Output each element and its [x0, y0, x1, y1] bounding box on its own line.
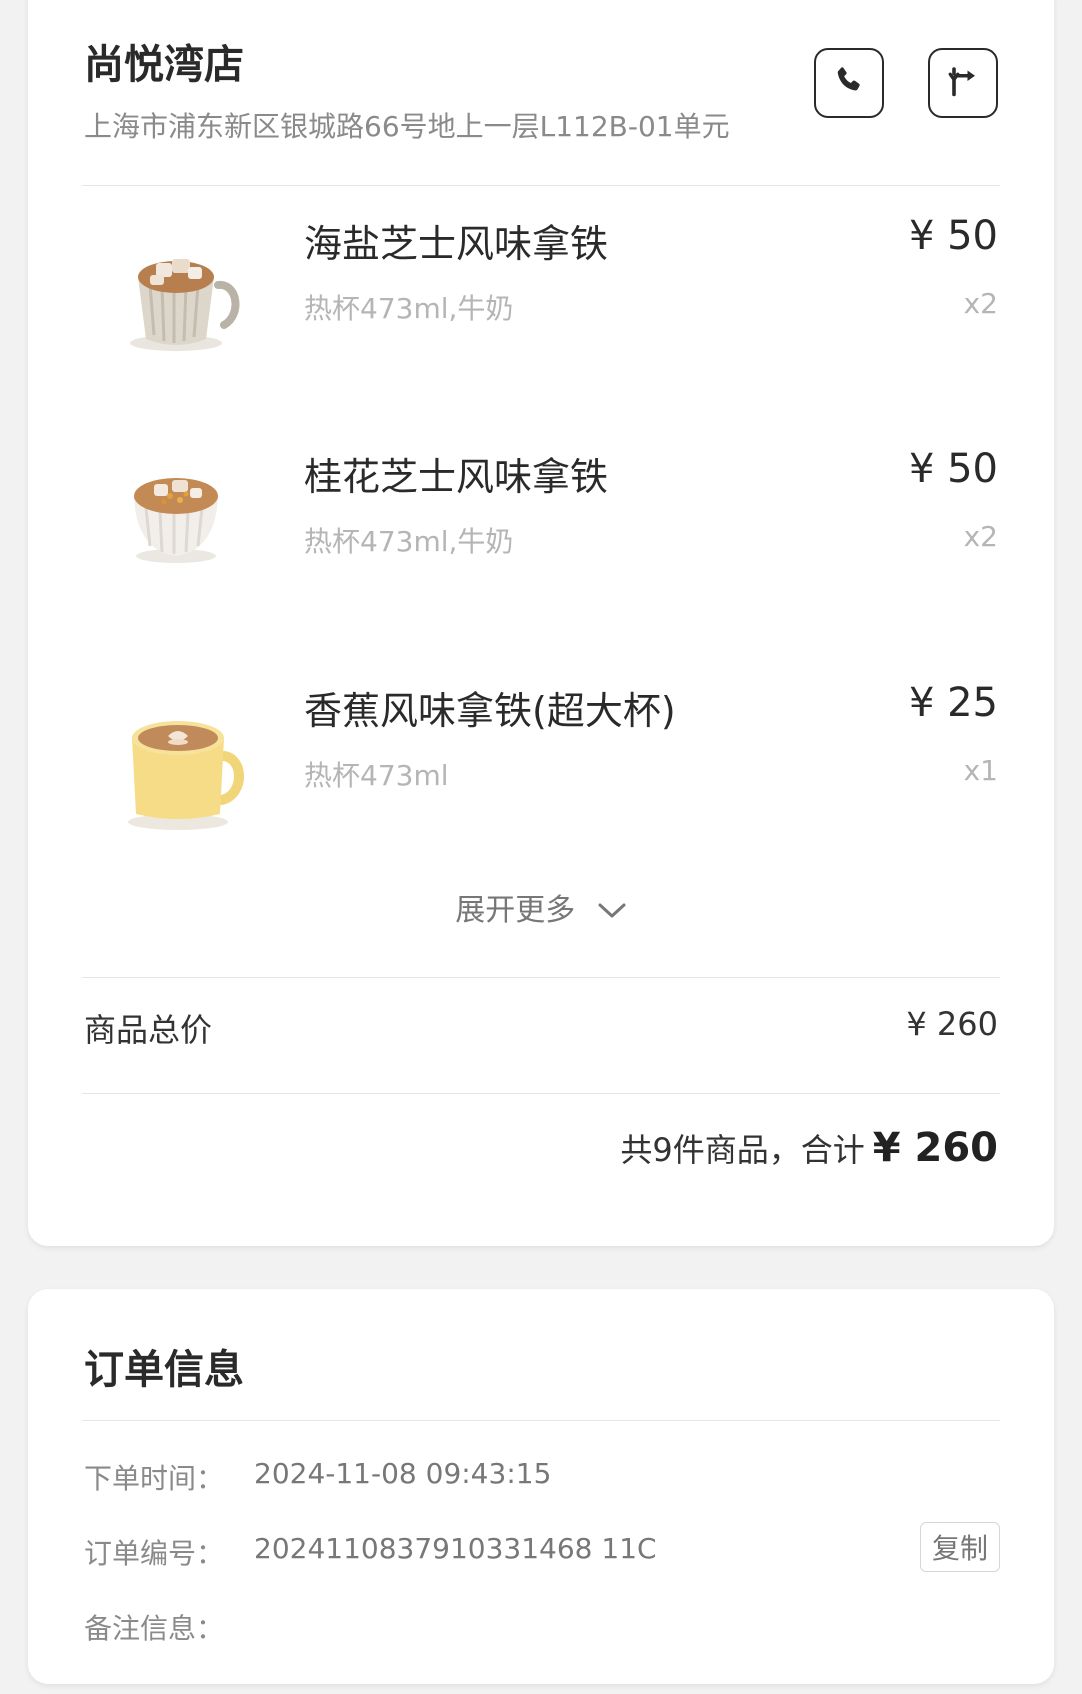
item-spec: 热杯473ml,牛奶: [304, 525, 514, 558]
chevron-down-icon: [597, 894, 627, 929]
total-value: ¥ 260: [872, 1125, 998, 1171]
order-time-value: 2024-11-08 09:43:15: [254, 1457, 552, 1490]
order-time-label: 下单时间：: [84, 1462, 225, 1495]
divider: [82, 1420, 1000, 1421]
item-name: 香蕉风味拿铁(超大杯): [304, 689, 676, 733]
item-spec: 热杯473ml: [304, 759, 449, 792]
order-item: 海盐芝士风味拿铁 热杯473ml,牛奶 ¥ 50 x2: [28, 195, 1054, 395]
item-image-yellow-mug: [110, 672, 250, 842]
store-address: 上海市浦东新区银城路66号地上一层L112B-01单元: [84, 110, 730, 143]
call-button[interactable]: [814, 48, 884, 118]
item-name: 海盐芝士风味拿铁: [304, 222, 609, 266]
total-count-text: 共9件商品，合计: [620, 1131, 865, 1169]
item-price: ¥ 50: [908, 446, 998, 492]
item-name: 桂花芝士风味拿铁: [304, 455, 609, 499]
expand-more-label: 展开更多: [455, 893, 576, 928]
order-info-card: 订单信息 下单时间： 2024-11-08 09:43:15 订单编号： 202…: [28, 1289, 1054, 1684]
navigation-button[interactable]: [928, 48, 998, 118]
order-item: 桂花芝士风味拿铁 热杯473ml,牛奶 ¥ 50 x2: [28, 428, 1054, 628]
divider: [82, 185, 1000, 186]
expand-more-button[interactable]: 展开更多: [28, 885, 1054, 929]
item-price: ¥ 25: [908, 680, 998, 726]
item-price: ¥ 50: [908, 213, 998, 259]
order-info-title: 订单信息: [84, 1347, 244, 1393]
subtotal-label: 商品总价: [84, 1011, 213, 1049]
order-number-label: 订单编号：: [84, 1537, 225, 1570]
copy-button[interactable]: 复制: [920, 1522, 1000, 1572]
store-card: 尚悦湾店 上海市浦东新区银城路66号地上一层L112B-01单元 海盐芝士风味拿…: [28, 0, 1054, 1246]
order-total: 共9件商品，合计 ¥ 260: [620, 1125, 998, 1171]
item-image-iced-latte: [110, 205, 250, 375]
order-item: 香蕉风味拿铁(超大杯) 热杯473ml ¥ 25 x1: [28, 662, 1054, 862]
store-name: 尚悦湾店: [84, 42, 244, 88]
item-quantity: x1: [963, 754, 998, 787]
navigation-icon: [945, 63, 981, 103]
phone-icon: [832, 64, 866, 102]
divider: [82, 1093, 1000, 1094]
order-number-value: 2024110837910331468 11C: [254, 1532, 657, 1565]
subtotal-value: ¥ 260: [906, 1005, 998, 1043]
item-quantity: x2: [963, 287, 998, 320]
item-image-osmanthus-latte: [110, 438, 250, 608]
item-quantity: x2: [963, 520, 998, 553]
item-spec: 热杯473ml,牛奶: [304, 292, 514, 325]
order-note-label: 备注信息：: [84, 1612, 225, 1645]
divider: [82, 977, 1000, 978]
